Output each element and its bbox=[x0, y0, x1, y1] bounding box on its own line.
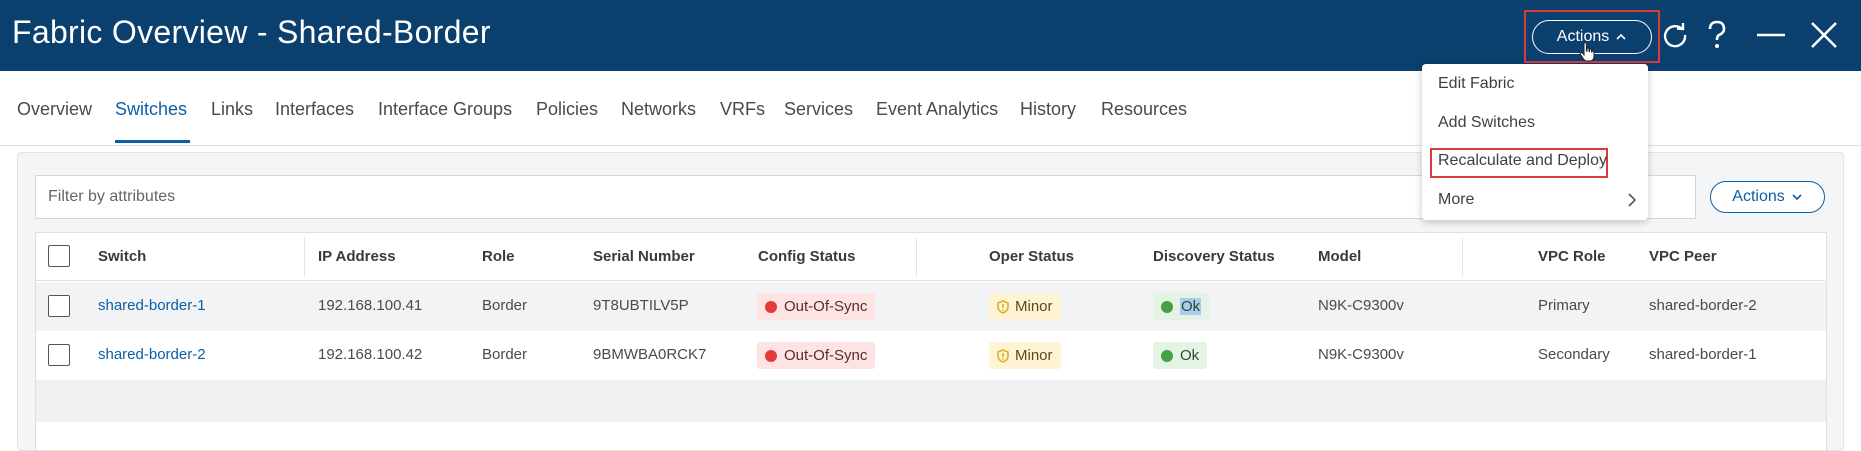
row-checkbox[interactable] bbox=[48, 344, 70, 366]
config-status-text: Out-Of-Sync bbox=[784, 347, 868, 364]
table-actions-button[interactable]: Actions bbox=[1710, 181, 1825, 213]
chevron-right-icon bbox=[1628, 193, 1637, 207]
tab-interface-groups[interactable]: Interface Groups bbox=[378, 99, 512, 120]
col-ip-address[interactable]: IP Address bbox=[318, 248, 396, 265]
menu-item-edit-fabric[interactable]: Edit Fabric bbox=[1438, 75, 1514, 93]
tab-overview[interactable]: Overview bbox=[17, 99, 92, 120]
vpc-peer: shared-border-2 bbox=[1649, 297, 1757, 314]
menu-item-recalculate-and-deploy[interactable]: Recalculate and Deploy bbox=[1438, 152, 1607, 170]
close-icon[interactable] bbox=[1807, 18, 1841, 52]
tab-policies[interactable]: Policies bbox=[536, 99, 598, 120]
tab-switches[interactable]: Switches bbox=[115, 99, 187, 120]
refresh-icon[interactable] bbox=[1658, 18, 1692, 52]
column-divider bbox=[304, 237, 305, 277]
col-switch[interactable]: Switch bbox=[98, 248, 146, 265]
col-serial-number[interactable]: Serial Number bbox=[593, 248, 695, 265]
switch-name-link[interactable]: shared-border-1 bbox=[98, 297, 206, 314]
config-status-badge: Out-Of-Sync bbox=[757, 342, 876, 369]
help-icon[interactable] bbox=[1700, 18, 1734, 52]
tab-networks[interactable]: Networks bbox=[621, 99, 696, 120]
col-discovery-status[interactable]: Discovery Status bbox=[1153, 248, 1275, 265]
tab-services[interactable]: Services bbox=[784, 99, 853, 120]
tab-links[interactable]: Links bbox=[211, 99, 253, 120]
column-divider bbox=[916, 237, 917, 277]
hand-cursor-icon bbox=[1579, 42, 1595, 62]
table-row[interactable]: shared-border-2 192.168.100.42 Border 9B… bbox=[36, 331, 1826, 380]
role: Border bbox=[482, 297, 528, 314]
col-model[interactable]: Model bbox=[1318, 248, 1361, 265]
tab-interfaces[interactable]: Interfaces bbox=[275, 99, 354, 120]
active-tab-indicator bbox=[115, 140, 190, 143]
discovery-status-badge: Ok bbox=[1153, 293, 1210, 320]
switches-table: Switch IP Address Role Serial Number Con… bbox=[35, 232, 1827, 451]
menu-item-more[interactable]: More bbox=[1438, 191, 1474, 209]
vpc-role: Secondary bbox=[1538, 346, 1610, 363]
config-status-text: Out-Of-Sync bbox=[784, 298, 868, 315]
actions-dropdown-menu: Edit Fabric Add Switches Recalculate and… bbox=[1422, 64, 1648, 220]
chevron-down-icon bbox=[1792, 194, 1802, 201]
model: N9K-C9300v bbox=[1318, 346, 1404, 363]
status-dot-icon bbox=[1161, 300, 1173, 313]
discovery-status-badge: Ok bbox=[1153, 342, 1208, 369]
oper-status-text: Minor bbox=[1015, 298, 1053, 315]
status-dot-icon bbox=[765, 349, 777, 362]
minimize-icon[interactable] bbox=[1754, 18, 1788, 52]
tab-history[interactable]: History bbox=[1020, 99, 1076, 120]
serial-number: 9BMWBA0RCK7 bbox=[593, 346, 707, 363]
row-checkbox[interactable] bbox=[48, 295, 70, 317]
select-all-checkbox[interactable] bbox=[48, 245, 70, 267]
tab-resources[interactable]: Resources bbox=[1101, 99, 1187, 120]
col-vpc-peer[interactable]: VPC Peer bbox=[1649, 248, 1717, 265]
tab-event-analytics[interactable]: Event Analytics bbox=[876, 99, 998, 120]
ip-address: 192.168.100.42 bbox=[318, 346, 423, 363]
oper-status-badge: Minor bbox=[989, 293, 1061, 320]
shield-warning-icon bbox=[997, 299, 1009, 314]
discovery-status-text: Ok bbox=[1180, 347, 1200, 364]
col-vpc-role[interactable]: VPC Role bbox=[1538, 248, 1606, 265]
col-config-status[interactable]: Config Status bbox=[758, 248, 856, 265]
table-row[interactable]: shared-border-1 192.168.100.41 Border 9T… bbox=[36, 282, 1826, 331]
tab-vrfs[interactable]: VRFs bbox=[720, 99, 765, 120]
oper-status-badge: Minor bbox=[989, 342, 1061, 369]
config-status-badge: Out-Of-Sync bbox=[757, 293, 876, 320]
vpc-peer: shared-border-1 bbox=[1649, 346, 1757, 363]
role: Border bbox=[482, 346, 528, 363]
serial-number: 9T8UBTILV5P bbox=[593, 297, 689, 314]
discovery-status-text: Ok bbox=[1180, 298, 1202, 315]
ip-address: 192.168.100.41 bbox=[318, 297, 423, 314]
oper-status-text: Minor bbox=[1015, 347, 1053, 364]
page-title: Fabric Overview - Shared-Border bbox=[12, 14, 491, 50]
shield-warning-icon bbox=[997, 348, 1009, 363]
table-actions-label: Actions bbox=[1732, 188, 1785, 205]
col-oper-status[interactable]: Oper Status bbox=[989, 248, 1074, 265]
status-dot-icon bbox=[765, 300, 777, 313]
status-dot-icon bbox=[1161, 349, 1173, 362]
vpc-role: Primary bbox=[1538, 297, 1590, 314]
switch-name-link[interactable]: shared-border-2 bbox=[98, 346, 206, 363]
col-role[interactable]: Role bbox=[482, 248, 515, 265]
menu-item-add-switches[interactable]: Add Switches bbox=[1438, 114, 1535, 132]
column-divider bbox=[1462, 237, 1463, 277]
empty-row bbox=[36, 380, 1826, 422]
table-header: Switch IP Address Role Serial Number Con… bbox=[36, 233, 1826, 281]
model: N9K-C9300v bbox=[1318, 297, 1404, 314]
chevron-up-icon bbox=[1616, 33, 1626, 40]
